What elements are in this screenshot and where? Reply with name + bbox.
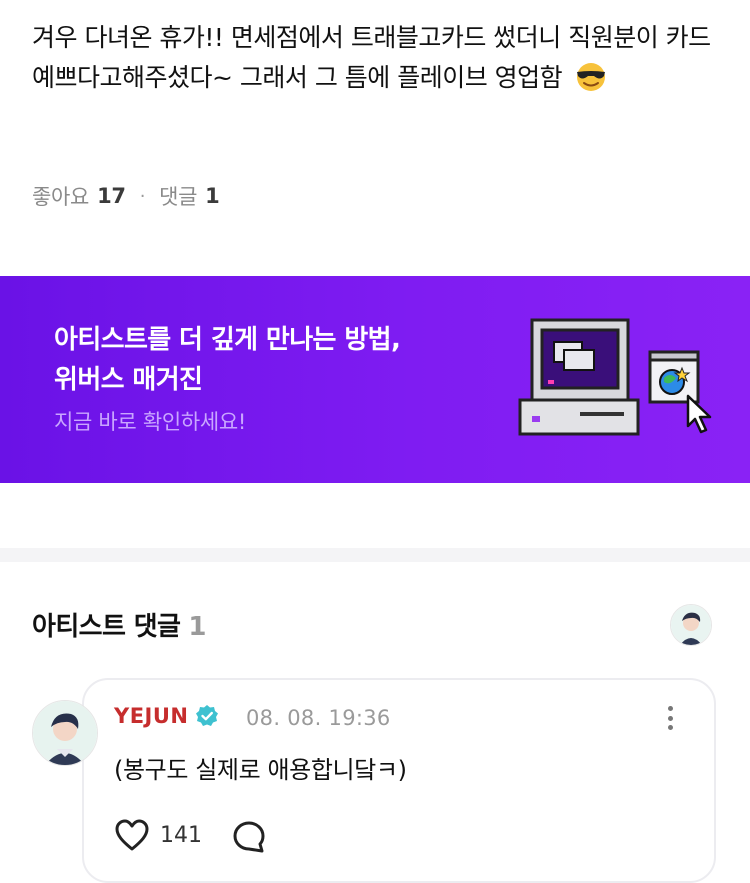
comments-label: 댓글	[159, 185, 198, 209]
comment-text: (봉구도 실제로 애용합니닼ㅋ)	[114, 756, 407, 784]
commenter-avatar-image	[33, 701, 97, 765]
more-options-icon[interactable]	[660, 703, 680, 733]
post-stats: 좋아요 17 · 댓글 1	[32, 176, 220, 216]
artist-comments-label: 아티스트 댓글	[32, 612, 181, 642]
comment-author[interactable]: YEJUN	[114, 704, 219, 728]
likes-count: 17	[97, 184, 126, 208]
artist-comments-title: 아티스트 댓글 1	[32, 606, 206, 643]
like-count: 141	[160, 822, 202, 848]
heart-icon	[115, 819, 149, 851]
banner-subtitle: 지금 바로 확인하세요!	[54, 410, 247, 434]
comments-count: 1	[205, 184, 220, 208]
commenter-avatar[interactable]	[32, 700, 98, 766]
artist-avatar[interactable]	[670, 604, 712, 646]
retro-computer-icon	[518, 318, 712, 436]
artist-avatar-image	[671, 605, 711, 645]
like-button[interactable]: 141	[114, 818, 202, 852]
post-text-content: 겨우 다녀온 휴가!! 면세점에서 트래블고카드 썼더니 직원분이 카드 예쁘다…	[32, 23, 711, 92]
verified-badge-icon	[195, 705, 218, 726]
smiling-face-with-sunglasses-icon	[576, 63, 605, 91]
banner-title: 아티스트를 더 깊게 만나는 방법, 위버스 매거진	[54, 320, 401, 400]
section-divider	[0, 548, 750, 562]
comment-time: 08. 08. 19:36	[246, 706, 391, 730]
banner-title-line1: 아티스트를 더 깊게 만나는 방법,	[54, 325, 401, 355]
comment-author-name: YEJUN	[114, 704, 189, 728]
post-text: 겨우 다녀온 휴가!! 면세점에서 트래블고카드 썼더니 직원분이 카드 예쁘다…	[32, 18, 722, 98]
banner-title-line2: 위버스 매거진	[54, 365, 203, 395]
stats-separator: ·	[139, 185, 146, 207]
reply-icon[interactable]	[232, 820, 266, 854]
likes-label: 좋아요	[32, 185, 90, 209]
magazine-banner[interactable]: 아티스트를 더 깊게 만나는 방법, 위버스 매거진 지금 바로 확인하세요!	[0, 276, 750, 483]
artist-comments-count: 1	[188, 612, 206, 642]
